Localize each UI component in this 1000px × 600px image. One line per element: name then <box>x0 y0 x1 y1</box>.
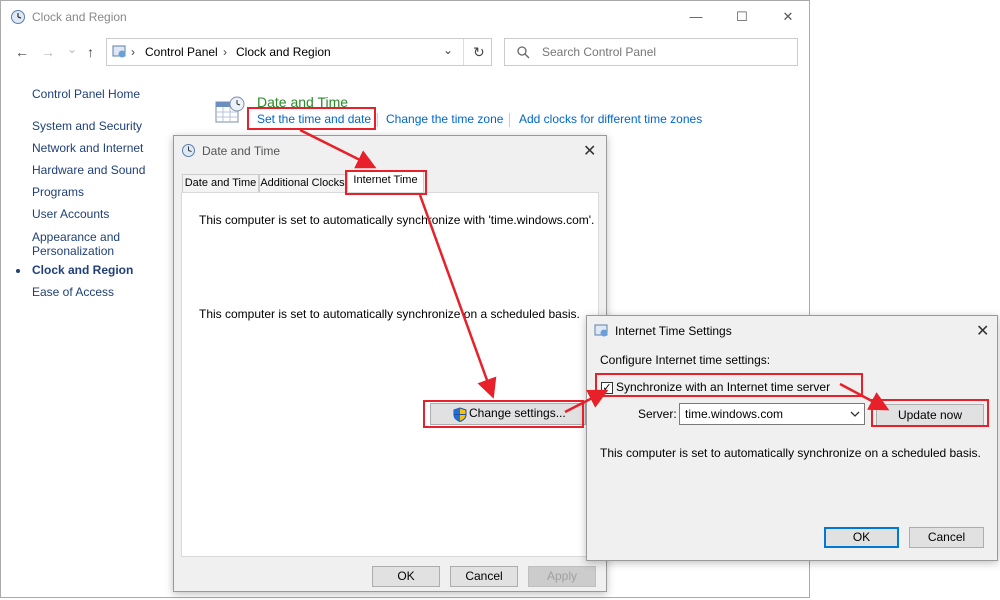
change-settings-label: Change settings... <box>469 406 566 420</box>
ok-button[interactable]: OK <box>372 566 440 587</box>
breadcrumb-separator: › <box>131 45 135 59</box>
update-now-button[interactable]: Update now <box>876 404 984 426</box>
dialog-close-button[interactable]: ✕ <box>583 141 596 161</box>
sync-status-text: This computer is set to automatically sy… <box>600 446 981 460</box>
clock-region-icon <box>11 10 25 24</box>
add-clocks-link[interactable]: Add clocks for different time zones <box>519 112 702 126</box>
refresh-button[interactable]: ↻ <box>473 44 485 61</box>
tab-additional-clocks[interactable]: Additional Clocks <box>259 174 346 193</box>
cancel-button[interactable]: Cancel <box>450 566 518 587</box>
address-dropdown-icon[interactable]: ⌄ <box>443 43 453 57</box>
date-time-icon <box>182 144 195 157</box>
control-panel-icon <box>112 45 126 58</box>
tab-date-and-time[interactable]: Date and Time <box>182 174 259 193</box>
sidebar-item-personalization[interactable]: Personalization <box>32 244 114 258</box>
breadcrumb-clock-region[interactable]: Clock and Region <box>236 45 331 59</box>
link-separator <box>377 113 378 127</box>
window-title: Clock and Region <box>32 10 127 24</box>
maximize-button[interactable]: ☐ <box>719 7 765 27</box>
sync-schedule-text: This computer is set to automatically sy… <box>199 307 580 321</box>
chevron-down-icon <box>850 411 860 417</box>
forward-button[interactable]: → <box>41 44 55 60</box>
sidebar-item-clock-region[interactable]: Clock and Region <box>32 263 133 277</box>
link-separator <box>509 113 510 127</box>
back-button[interactable]: ← <box>15 44 29 60</box>
dialog-title: Date and Time <box>202 144 281 158</box>
apply-button[interactable]: Apply <box>528 566 596 587</box>
sidebar-item-hardware-sound[interactable]: Hardware and Sound <box>32 163 145 177</box>
change-settings-button[interactable]: Change settings... <box>430 403 586 425</box>
minimize-button[interactable]: — <box>673 7 719 27</box>
calendar-clock-icon <box>215 96 245 123</box>
server-label: Server: <box>638 407 677 421</box>
sidebar-item-ease-of-access[interactable]: Ease of Access <box>32 285 114 299</box>
sync-checkbox[interactable]: ✓ <box>601 382 613 394</box>
ok-button[interactable]: OK <box>824 527 899 548</box>
search-placeholder: Search Control Panel <box>542 45 657 59</box>
current-item-bullet <box>16 269 20 273</box>
internet-time-settings-dialog: Internet Time Settings ✕ Configure Inter… <box>586 315 998 561</box>
sidebar-item-network-internet[interactable]: Network and Internet <box>32 141 143 155</box>
recent-locations-button[interactable]: ⌄ <box>67 42 77 56</box>
server-combobox[interactable]: time.windows.com <box>679 403 865 425</box>
search-input[interactable]: Search Control Panel <box>504 38 798 66</box>
cancel-button[interactable]: Cancel <box>909 527 984 548</box>
search-icon <box>517 46 530 59</box>
breadcrumb-separator: › <box>223 45 227 59</box>
address-bar[interactable]: › Control Panel › Clock and Region ⌄ ↻ <box>106 38 492 66</box>
set-time-date-link[interactable]: Set the time and date <box>257 112 371 126</box>
sidebar-control-panel-home[interactable]: Control Panel Home <box>32 87 140 101</box>
tab-internet-time[interactable]: Internet Time <box>347 171 424 193</box>
uac-shield-icon <box>453 407 467 422</box>
internet-time-icon <box>594 324 608 337</box>
close-button[interactable]: ✕ <box>765 7 811 27</box>
sync-checkbox-label[interactable]: Synchronize with an Internet time server <box>616 380 830 394</box>
sidebar-item-appearance[interactable]: Appearance and <box>32 230 120 244</box>
dialog-title: Internet Time Settings <box>615 324 732 338</box>
date-time-dialog: Date and Time ✕ Date and Time Additional… <box>173 135 607 592</box>
server-value: time.windows.com <box>685 407 784 421</box>
sidebar-item-user-accounts[interactable]: User Accounts <box>32 207 109 221</box>
internet-time-panel: This computer is set to automatically sy… <box>181 192 599 557</box>
sidebar-item-system-security[interactable]: System and Security <box>32 119 142 133</box>
up-button[interactable]: ↑ <box>87 44 94 60</box>
dialog-close-button[interactable]: ✕ <box>976 321 989 341</box>
title-bar: Clock and Region — ☐ ✕ <box>1 1 809 33</box>
breadcrumb-control-panel[interactable]: Control Panel <box>145 45 218 59</box>
configure-heading: Configure Internet time settings: <box>600 353 771 367</box>
sidebar-item-programs[interactable]: Programs <box>32 185 84 199</box>
sync-server-text: This computer is set to automatically sy… <box>199 213 595 227</box>
address-divider <box>463 39 464 65</box>
change-time-zone-link[interactable]: Change the time zone <box>386 112 503 126</box>
section-title: Date and Time <box>257 94 349 110</box>
